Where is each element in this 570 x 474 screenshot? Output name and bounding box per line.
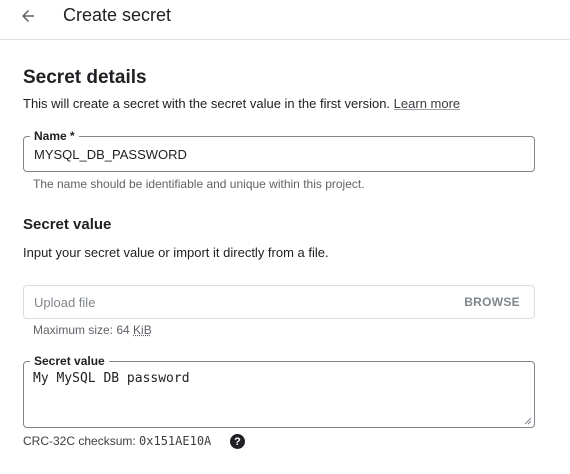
max-size-unit: KiB — [133, 323, 152, 337]
secret-value-description: Input your secret value or import it dir… — [23, 245, 329, 260]
max-size-hint: Maximum size: 64 KiB — [33, 323, 152, 337]
max-size-text: Maximum size: 64 — [33, 323, 134, 337]
page-title: Create secret — [63, 5, 172, 25]
help-icon[interactable]: ? — [230, 434, 245, 449]
secret-value-field[interactable]: Secret value My MySQL DB password — [23, 354, 535, 428]
secret-value-field-label: Secret value — [30, 354, 109, 368]
description-text: This will create a secret with the secre… — [23, 96, 391, 111]
browse-button[interactable]: BROWSE — [464, 295, 520, 309]
back-button[interactable] — [14, 4, 42, 28]
top-app-bar: Create secret — [0, 0, 570, 40]
arrow-back-icon — [22, 10, 34, 22]
upload-file-placeholder: Upload file — [34, 295, 96, 310]
name-field[interactable]: Name * MYSQL_DB_PASSWORD — [23, 129, 535, 172]
learn-more-link[interactable]: Learn more — [394, 96, 460, 111]
name-input[interactable]: MYSQL_DB_PASSWORD — [34, 147, 187, 162]
section-description: This will create a secret with the secre… — [23, 96, 460, 111]
resize-handle-icon[interactable] — [524, 417, 532, 425]
name-hint: The name should be identifiable and uniq… — [33, 177, 365, 191]
secret-value-input[interactable]: My MySQL DB password — [33, 371, 523, 421]
checksum-label: CRC-32C checksum: — [23, 434, 140, 448]
name-field-label: Name * — [30, 129, 79, 143]
secret-value-title: Secret value — [23, 216, 112, 233]
section-title: Secret details — [23, 67, 147, 88]
checksum-value: 0x151AE10A — [139, 434, 212, 448]
upload-file-field[interactable]: Upload file BROWSE — [23, 285, 535, 319]
checksum-text: CRC-32C checksum: 0x151AE10A — [23, 434, 211, 448]
